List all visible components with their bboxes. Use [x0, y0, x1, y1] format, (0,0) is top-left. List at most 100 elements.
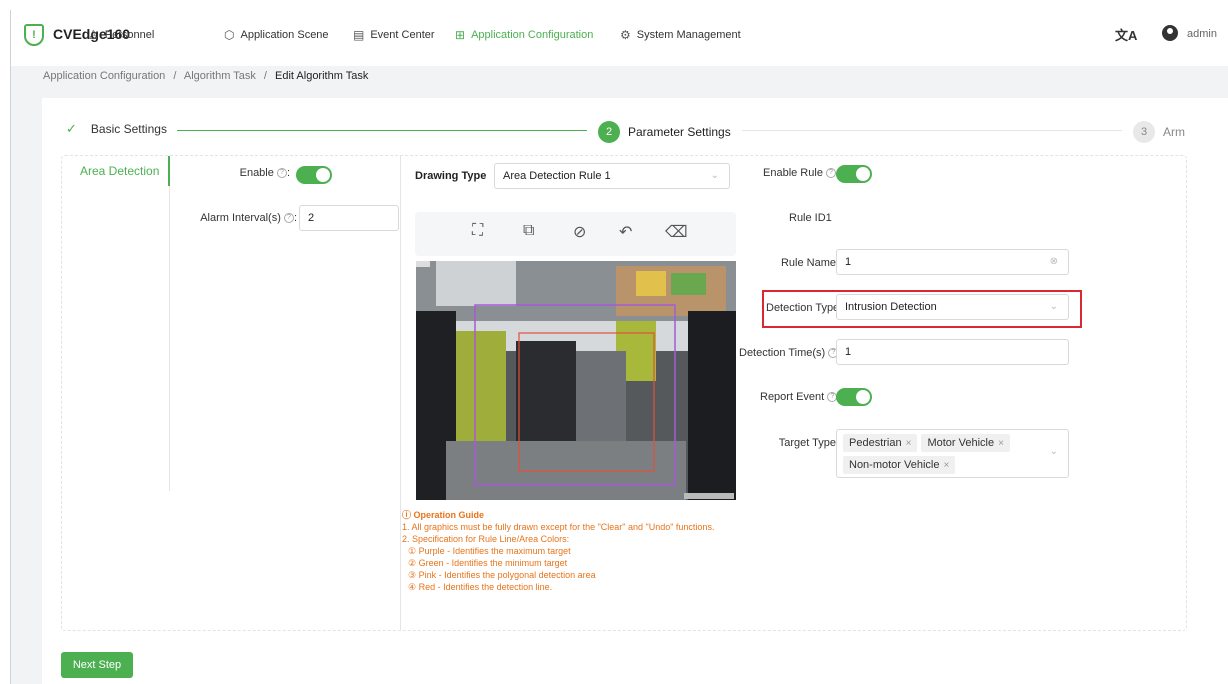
target-type-label: Target Type: [778, 437, 836, 449]
step-number: 2: [598, 121, 620, 143]
remove-tag-icon[interactable]: ×: [998, 438, 1004, 449]
shield-logo-icon: !: [24, 24, 44, 46]
detection-type-value: Intrusion Detection: [845, 301, 937, 313]
expand-icon[interactable]: ⛶: [472, 222, 483, 240]
remove-tag-icon[interactable]: ×: [944, 460, 950, 471]
guide-line: 1. All graphics must be fully drawn exce…: [402, 522, 715, 532]
person-icon: ♙: [88, 28, 99, 42]
alarm-interval-label-text: Alarm Interval(s): [200, 212, 281, 224]
breadcrumb-application-configuration[interactable]: Application Configuration: [43, 70, 165, 82]
guide-line: 2. Specification for Rule Line/Area Colo…: [402, 534, 570, 544]
nav-item-application-configuration[interactable]: ⊞ Application Configuration: [455, 28, 593, 42]
nav-item-event-center[interactable]: ▤ Event Center: [353, 28, 435, 42]
alarm-interval-input[interactable]: 2: [299, 205, 399, 231]
camera-scene: [416, 261, 736, 500]
guide-line: ① Purple - Identifies the maximum target: [408, 546, 571, 556]
report-event-toggle[interactable]: [836, 388, 872, 406]
grid-icon: ⊞: [455, 28, 466, 42]
divider: [400, 155, 401, 631]
enable-rule-label: Enable Rule ?: [752, 167, 836, 179]
enable-rule-toggle[interactable]: [836, 165, 872, 183]
tag-label: Motor Vehicle: [927, 437, 995, 449]
tab-area-detection[interactable]: Area Detection: [80, 164, 159, 178]
checkmark-icon: ✓: [66, 121, 77, 136]
tag-label: Non-motor Vehicle: [849, 459, 940, 471]
help-icon[interactable]: ?: [283, 213, 294, 224]
step-label: Arm: [1163, 125, 1185, 139]
tag-label: Pedestrian: [849, 437, 902, 449]
top-navigation: ! CVEdge160 ♙ Personnel ⬡ Application Sc…: [0, 0, 1228, 66]
help-icon[interactable]: ?: [276, 168, 287, 179]
user-name[interactable]: admin: [1187, 28, 1217, 40]
report-event-label-text: Report Event: [760, 391, 825, 403]
drawing-type-label: Drawing Type: [415, 170, 487, 182]
enable-label-text: Enable: [239, 167, 274, 179]
user-avatar-icon[interactable]: [1162, 25, 1178, 41]
camera-preview-image[interactable]: [416, 261, 736, 500]
target-type-select[interactable]: Pedestrian × Motor Vehicle × Non-motor Vehi…: [836, 429, 1069, 478]
chevron-down-icon: ⌄: [1049, 301, 1058, 312]
nav-item-label: Personnel: [104, 29, 155, 41]
guide-line: ③ Pink - Identifies the polygonal detect…: [408, 570, 596, 580]
detection-type-label: Detection Type: [766, 302, 840, 314]
rule-name-value: 1: [845, 256, 852, 268]
language-icon[interactable]: 文A: [1115, 25, 1137, 44]
breadcrumb-separator: /: [263, 70, 267, 82]
info-icon: ⓘ: [402, 510, 414, 520]
nav-item-label: Application Scene: [240, 29, 329, 41]
nav-item-application-scene[interactable]: ⬡ Application Scene: [224, 28, 329, 42]
detection-time-label-text: Detection Time(s): [739, 347, 826, 359]
guide-title: ⓘ Operation Guide: [402, 509, 732, 521]
nav-item-system-management[interactable]: ⚙ System Management: [620, 28, 741, 42]
enable-rule-label-text: Enable Rule: [763, 167, 823, 179]
tag-non-motor-vehicle: Non-motor Vehicle ×: [843, 456, 956, 474]
breadcrumb: Application Configuration / Algorithm Ta…: [43, 70, 368, 82]
step-number: 3: [1133, 121, 1155, 143]
clear-drawing-icon[interactable]: ⊘: [573, 222, 586, 242]
report-event-label: Report Event ?: [760, 391, 838, 403]
nav-item-personnel[interactable]: ♙ Personnel: [88, 28, 154, 42]
rule-id: Rule ID1: [789, 212, 832, 224]
nav-item-label: System Management: [636, 29, 741, 41]
remove-tag-icon[interactable]: ×: [906, 438, 912, 449]
chevron-down-icon: ⌄: [710, 170, 719, 181]
drawing-type-select[interactable]: Area Detection Rule 1 ⌄: [494, 163, 730, 189]
tag-motor-vehicle: Motor Vehicle ×: [921, 434, 1010, 452]
step-connector-done: [177, 130, 587, 131]
enable-toggle[interactable]: [296, 166, 332, 184]
eraser-icon[interactable]: ⌫: [665, 222, 688, 242]
breadcrumb-separator: /: [173, 70, 177, 82]
tag-pedestrian: Pedestrian ×: [843, 434, 918, 452]
step-label: Parameter Settings: [628, 125, 731, 139]
rule-name-label: Rule Name: [780, 257, 836, 269]
step-parameter-settings[interactable]: 2 Parameter Settings: [598, 121, 731, 143]
step-arm[interactable]: 3 Arm: [1133, 121, 1185, 143]
drawing-type-value: Area Detection Rule 1: [503, 170, 611, 182]
breadcrumb-algorithm-task[interactable]: Algorithm Task: [184, 70, 256, 82]
guide-line: ② Green - Identifies the minimum target: [408, 558, 568, 568]
breadcrumb-current: Edit Algorithm Task: [275, 70, 369, 82]
step-connector-pending: [742, 130, 1122, 131]
tab-active-indicator: [168, 156, 170, 186]
detection-time-input[interactable]: 1: [836, 339, 1069, 365]
shrink-icon[interactable]: ⧉: [523, 222, 534, 240]
document-icon: ▤: [353, 28, 365, 42]
cube-icon: ⬡: [224, 28, 235, 42]
step-label: Basic Settings: [90, 122, 167, 136]
clear-input-icon[interactable]: ⊗: [1050, 256, 1058, 267]
nav-item-label: Event Center: [370, 29, 435, 41]
chevron-down-icon: ⌄: [1049, 446, 1058, 457]
alarm-interval-label: Alarm Interval(s) ?:: [200, 212, 297, 224]
help-icon[interactable]: ?: [826, 168, 836, 179]
next-step-button[interactable]: Next Step: [61, 652, 133, 678]
guide-title-text: Operation Guide: [413, 510, 485, 520]
guide-line: ④ Red - Identifies the detection line.: [408, 582, 553, 592]
detection-type-select[interactable]: Intrusion Detection ⌄: [836, 294, 1069, 320]
step-basic-settings[interactable]: ✓ Basic Settings: [66, 121, 167, 137]
divider: [169, 186, 170, 491]
undo-icon[interactable]: ↶: [619, 222, 632, 242]
operation-guide: ⓘ Operation Guide 1. All graphics must b…: [402, 509, 732, 593]
rule-name-input[interactable]: 1 ⊗: [836, 249, 1069, 275]
frame-border: [10, 10, 11, 684]
gear-icon: ⚙: [620, 28, 631, 42]
